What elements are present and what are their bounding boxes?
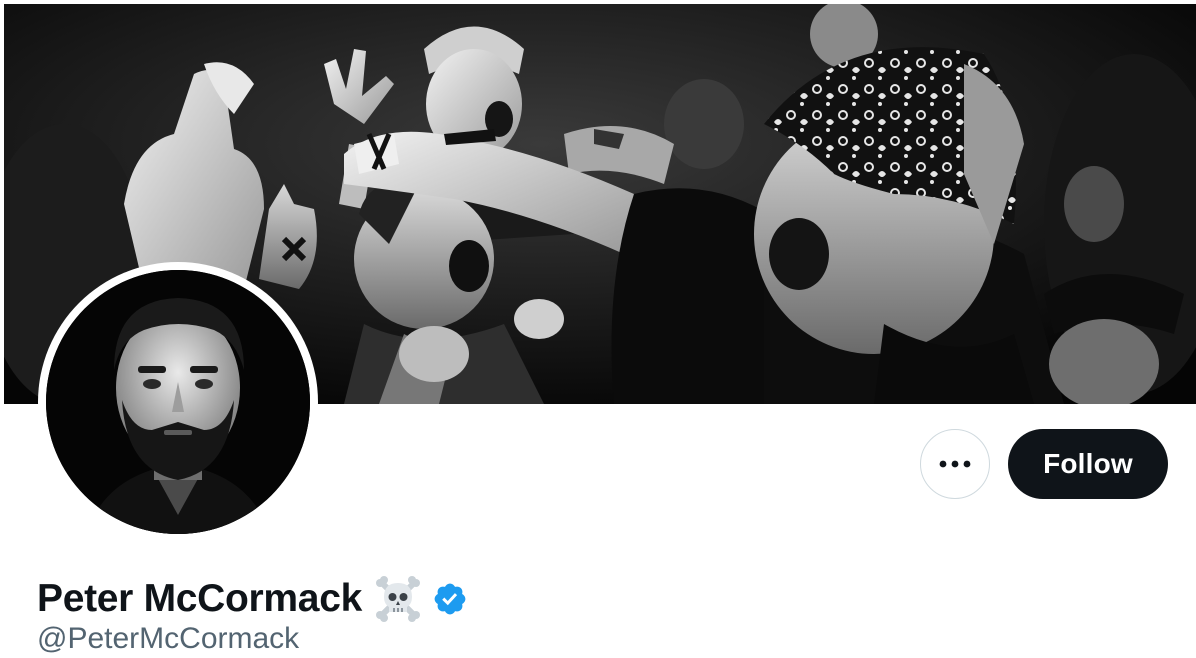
follow-button[interactable]: Follow [1008,429,1168,499]
follow-button-label: Follow [1043,448,1133,479]
skull-and-crossbones-icon [375,576,420,622]
profile-name-row: Peter McCormack [37,574,468,624]
display-name: Peter McCormack [37,577,362,620]
more-horizontal-icon [939,460,971,468]
more-options-button[interactable] [920,429,990,499]
profile-page: Follow Peter McCormack @PeterMcCormack [0,0,1196,658]
profile-handle: @PeterMcCormack [37,622,300,655]
avatar-photo [46,270,310,534]
verified-badge-icon[interactable] [432,581,468,617]
profile-avatar[interactable] [38,262,318,542]
